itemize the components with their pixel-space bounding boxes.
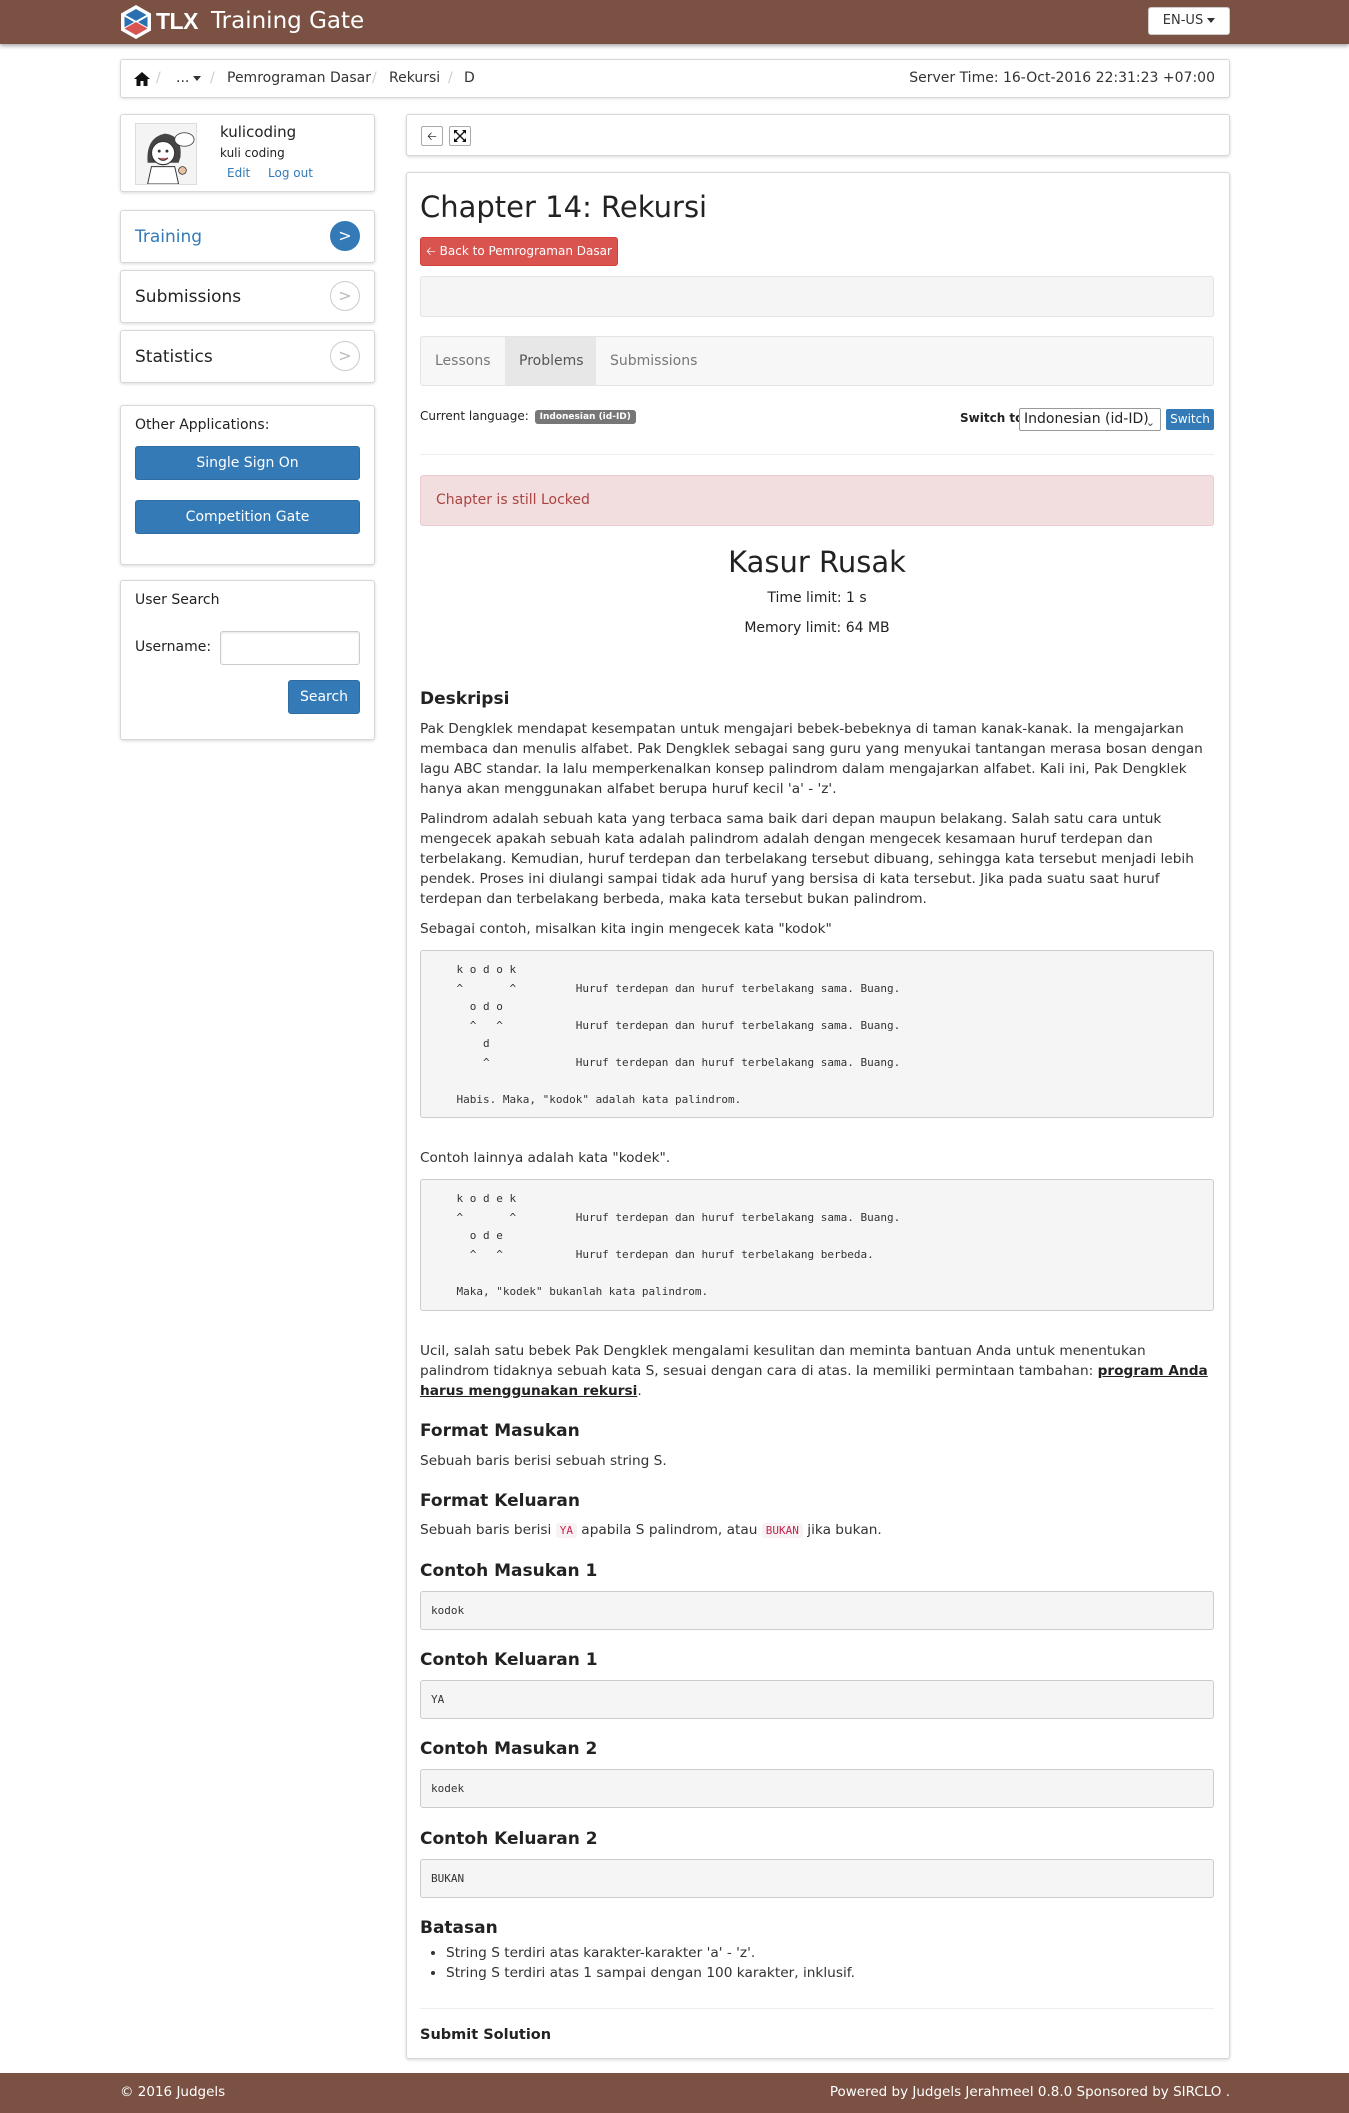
description-paragraph: Ucil, salah satu bebek Pak Dengklek meng… (420, 1343, 1208, 1399)
description-paragraph: Sebagai contoh, misalkan kita ingin meng… (420, 921, 832, 937)
arrow-left-icon[interactable]: 🡠 (421, 126, 443, 146)
breadcrumb-ellipsis[interactable]: ... (176, 70, 202, 86)
chevron-down-icon: ⌄ (1145, 416, 1155, 429)
other-applications-title: Other Applications: (135, 417, 270, 433)
sidebar-item-statistics[interactable]: Statistics > (120, 330, 375, 383)
list-item: String S terdiri atas 1 sampai dengan 10… (446, 1963, 855, 1983)
divider (420, 454, 1214, 455)
chevron-down-icon (193, 75, 202, 81)
chapter-title: Chapter 14: Rekursi (420, 190, 708, 224)
chevron-down-icon (1207, 18, 1216, 23)
sidebar-item-submissions[interactable]: Submissions > (120, 270, 375, 323)
arrow-left-icon: 🡠 (426, 244, 440, 258)
time-limit: Time limit: 1 s (767, 590, 867, 606)
format-keluaran-text: Sebuah baris berisi YA apabila S palindr… (420, 1522, 882, 1538)
breadcrumb-separator: / (210, 70, 215, 86)
username: kulicoding (220, 123, 297, 141)
sidebar-item-label: Statistics (135, 347, 213, 367)
tab-submissions[interactable]: Submissions (596, 337, 706, 385)
deskripsi-heading: Deskripsi (420, 689, 510, 709)
footer-copyright: © 2016 Judgels (120, 2084, 226, 2100)
chapter-description-well (420, 276, 1214, 317)
user-panel: kulicoding kuli coding Edit Log out (120, 114, 375, 192)
breadcrumb: / ... / Pemrograman Dasar / Rekursi / D … (120, 59, 1230, 98)
top-navbar: TLX Training Gate EN-US (0, 0, 1349, 44)
submit-solution-heading: Submit Solution (420, 2027, 552, 2043)
language-label: EN-US (1162, 13, 1204, 28)
sample-input-2-heading: Contoh Masukan 2 (420, 1739, 598, 1759)
batasan-heading: Batasan (420, 1918, 498, 1938)
footer: © 2016 Judgels Powered by Judgels Jerahm… (0, 2073, 1349, 2113)
competition-gate-button[interactable]: Competition Gate (135, 500, 360, 534)
single-sign-on-button[interactable]: Single Sign On (135, 446, 360, 480)
tlx-logo-icon[interactable] (118, 4, 154, 40)
breadcrumb-item-current: D (464, 70, 475, 86)
breadcrumb-item-rekursi[interactable]: Rekursi (389, 70, 440, 86)
sample-input-1-heading: Contoh Masukan 1 (420, 1561, 598, 1581)
back-to-course-button[interactable]: 🡠 Back to Pemrograman Dasar (420, 237, 618, 266)
tab-lessons[interactable]: Lessons (421, 337, 505, 385)
breadcrumb-item-pemrograman-dasar[interactable]: Pemrograman Dasar (227, 70, 371, 86)
sample-output-2-heading: Contoh Keluaran 2 (420, 1829, 598, 1849)
switch-to-label: Switch to (960, 411, 1024, 425)
memory-limit: Memory limit: 64 MB (744, 620, 890, 636)
output-bukan-code: BUKAN (761, 1523, 803, 1538)
divider (420, 2008, 1214, 2009)
logout-link[interactable]: Log out (268, 166, 313, 180)
format-keluaran-heading: Format Keluaran (420, 1491, 580, 1511)
switch-language-button[interactable]: Switch (1166, 409, 1214, 430)
description-paragraph: Pak Dengklek mendapat kesempatan untuk m… (420, 721, 1203, 797)
app-title[interactable]: Training Gate (211, 8, 364, 34)
search-button[interactable]: Search (288, 680, 360, 714)
chevron-right-icon: > (330, 281, 360, 311)
description-paragraph: Palindrom adalah sebuah kata yang terbac… (420, 811, 1194, 907)
output-ya-code: YA (555, 1523, 577, 1538)
language-select[interactable]: Indonesian (id-ID) ⌄ (1019, 408, 1161, 431)
chevron-right-icon: > (330, 221, 360, 251)
chevron-right-icon: > (330, 341, 360, 371)
sidebar-item-label: Training (135, 227, 203, 247)
sample-output-2: BUKAN (420, 1859, 1214, 1898)
username-search-input[interactable] (220, 631, 360, 665)
breadcrumb-separator: / (448, 70, 453, 86)
home-icon[interactable] (134, 72, 150, 86)
user-search-title: User Search (135, 592, 220, 608)
other-applications-panel: Other Applications: Single Sign On Compe… (120, 405, 375, 565)
description-paragraph: Contoh lainnya adalah kata "kodek". (420, 1150, 671, 1166)
code-example-kodek: k o d e k ^ ^ Huruf terdepan dan huruf t… (420, 1179, 1214, 1311)
current-language: Current language: Indonesian (id-ID) (420, 409, 636, 424)
constraints-list: String S terdiri atas karakter-karakter … (420, 1943, 855, 1983)
main-toolbar: 🡠 (406, 114, 1230, 156)
chapter-tabs: Lessons Problems Submissions (420, 336, 1214, 386)
sidebar-item-training[interactable]: Training > (120, 210, 375, 263)
edit-profile-link[interactable]: Edit (227, 166, 250, 180)
sample-output-1-heading: Contoh Keluaran 1 (420, 1650, 598, 1670)
username-label: Username: (135, 639, 212, 655)
sample-input-1: kodok (420, 1591, 1214, 1630)
language-dropdown[interactable]: EN-US (1148, 7, 1230, 35)
breadcrumb-separator: / (156, 70, 161, 86)
tab-problems[interactable]: Problems (505, 337, 596, 385)
current-language-badge: Indonesian (id-ID) (534, 409, 636, 424)
sidebar-item-label: Submissions (135, 287, 242, 307)
footer-powered-by: Powered by Judgels Jerahmeel 0.8.0 Spons… (829, 2084, 1230, 2100)
format-masukan-text: Sebuah baris berisi sebuah string S. (420, 1453, 667, 1469)
server-time: Server Time: 16-Oct-2016 22:31:23 +07:00 (909, 70, 1215, 86)
sample-output-1: YA (420, 1680, 1214, 1719)
list-item: String S terdiri atas karakter-karakter … (446, 1943, 855, 1963)
user-search-panel: User Search Username: Search (120, 580, 375, 740)
locked-alert: Chapter is still Locked (420, 475, 1214, 526)
avatar[interactable] (135, 123, 197, 185)
sample-input-2: kodek (420, 1769, 1214, 1808)
code-example-kodok: k o d o k ^ ^ Huruf terdepan dan huruf t… (420, 950, 1214, 1118)
user-fullname: kuli coding (220, 146, 285, 160)
format-masukan-heading: Format Masukan (420, 1421, 580, 1441)
fullscreen-icon[interactable] (449, 126, 471, 146)
problem-title: Kasur Rusak (728, 545, 906, 579)
breadcrumb-separator: / (372, 70, 377, 86)
brand-logo-text[interactable]: TLX (156, 8, 198, 35)
